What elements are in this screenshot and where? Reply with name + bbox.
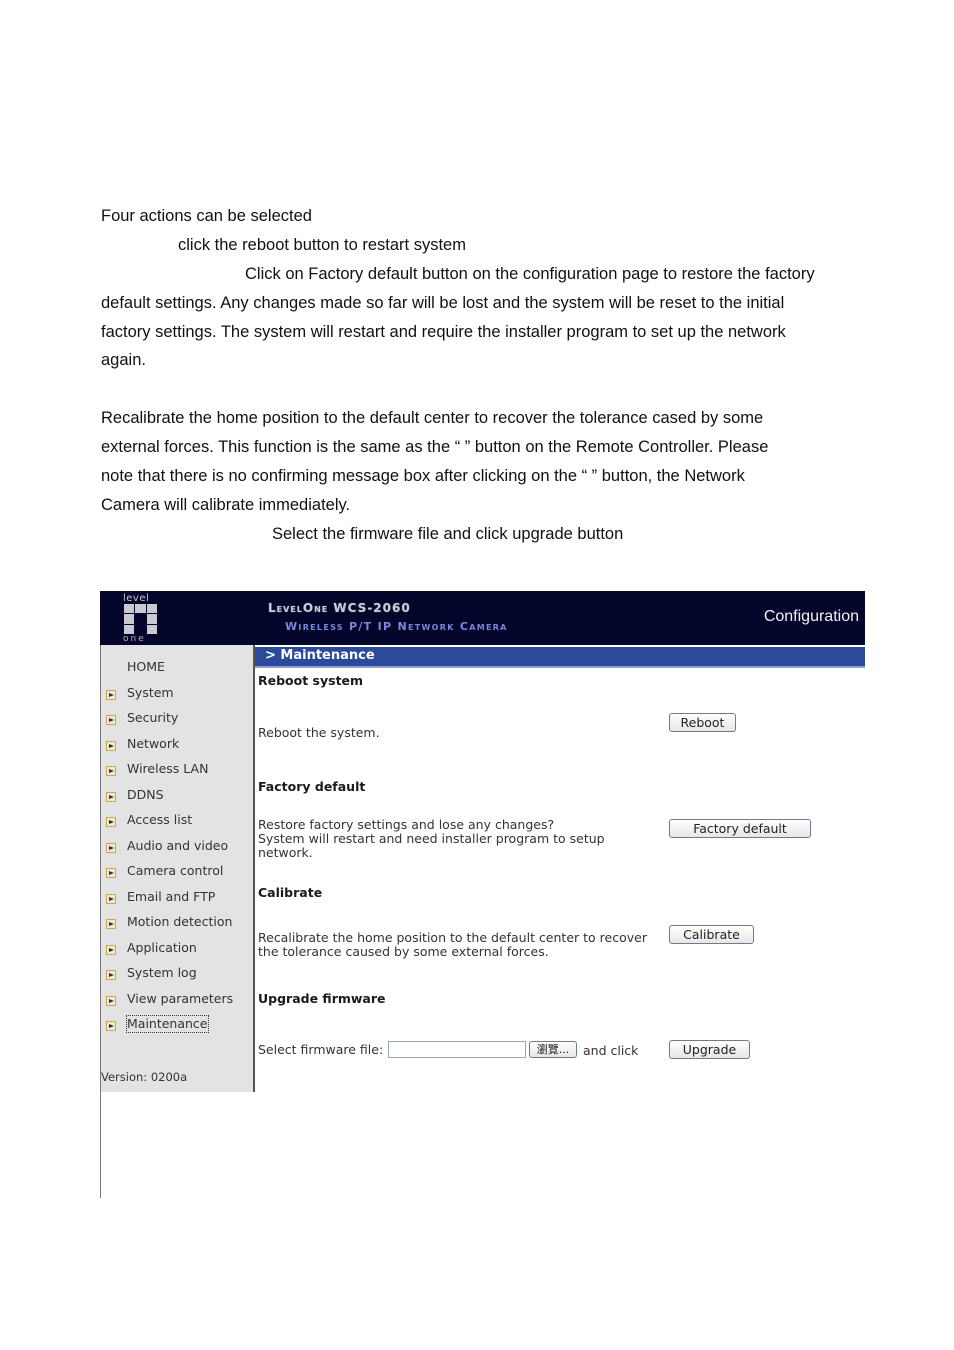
sidebar-item-access-list[interactable]: Access list [101, 812, 255, 838]
calibrate-desc-line: Recalibrate the home position to the def… [258, 930, 647, 945]
sidebar-item-view-parameters[interactable]: View parameters [101, 991, 255, 1017]
factory-desc-line: network. [258, 845, 313, 860]
sidebar-item-application[interactable]: Application [101, 940, 255, 966]
breadcrumb: > Maintenance [265, 648, 375, 663]
left-border-line [100, 1092, 101, 1198]
arrow-right-icon [106, 919, 116, 929]
sidebar-item-label: Access list [127, 812, 193, 827]
sidebar-item-label: System log [127, 965, 197, 980]
sidebar-item-camera-control[interactable]: Camera control [101, 863, 255, 889]
arrow-right-icon [106, 791, 116, 802]
breadcrumb-bar: > Maintenance [255, 647, 865, 668]
main-content: > Maintenance Reboot system Reboot the s… [255, 645, 865, 1092]
sidebar-item-wireless-lan[interactable]: Wireless LAN [101, 761, 255, 787]
calibrate-button[interactable]: Calibrate [669, 925, 754, 944]
factory-description: Restore factory settings and lose any ch… [258, 818, 605, 860]
sidebar-item-label: Wireless LAN [127, 761, 209, 776]
camera-config-screenshot: level one LevelOne WCS-2060 Wireless P/T… [100, 591, 865, 1198]
sidebar-item-label: Email and FTP [127, 888, 216, 904]
doc-line-calibrate-2: external forces. This function is the sa… [101, 438, 769, 456]
calibrate-section-title: Calibrate [258, 885, 323, 900]
arrow-right-icon [106, 740, 116, 751]
logo-grid-icon [124, 604, 157, 634]
doc-line-factory-1: Click on Factory default button on the c… [245, 265, 815, 283]
sidebar-item-label: Audio and video [127, 837, 229, 853]
sidebar-item-security[interactable]: Security [101, 710, 255, 736]
arrow-right-icon [106, 817, 116, 827]
arrow-right-icon [106, 1021, 116, 1031]
factory-desc-line: Restore factory settings and lose any ch… [258, 817, 555, 832]
sidebar-item-home[interactable]: HOME [101, 659, 255, 685]
arrow-right-icon [106, 715, 116, 725]
factory-default-button[interactable]: Factory default [669, 819, 811, 838]
version-label: Version: 0200a [101, 1070, 188, 1084]
sidebar-item-motion-detection[interactable]: Motion detection [101, 914, 255, 940]
arrow-right-icon [106, 842, 116, 853]
sidebar-item-system-log[interactable]: System log [101, 965, 255, 991]
logo-text-bottom: one [123, 634, 146, 644]
doc-line-factory-3: factory settings. The system will restar… [101, 323, 786, 341]
sidebar-item-label: Camera control [127, 863, 224, 878]
sidebar-item-label: View parameters [127, 990, 234, 1006]
levelone-logo: level one [123, 594, 161, 644]
doc-line-calibrate-1: Recalibrate the home position to the def… [101, 409, 764, 427]
sidebar-item-system[interactable]: System [101, 685, 255, 711]
doc-line-reboot: click the reboot button to restart syste… [178, 236, 466, 254]
sidebar-item-ddns[interactable]: DDNS [101, 787, 255, 813]
arrow-right-icon [106, 868, 116, 878]
arrow-right-icon [106, 995, 116, 1006]
doc-line-intro: Four actions can be selected [101, 207, 312, 225]
reboot-section-title: Reboot system [258, 673, 364, 688]
firmware-file-input[interactable] [388, 1041, 526, 1058]
doc-line-calibrate-4: Camera will calibrate immediately. [101, 496, 351, 514]
doc-line-factory-4: again. [101, 351, 146, 369]
firmware-file-label: Select firmware file: [258, 1042, 384, 1057]
product-title: LevelOne WCS-2060 [268, 601, 411, 615]
calibrate-desc-line: the tolerance caused by some external fo… [258, 944, 549, 959]
calibrate-description: Recalibrate the home position to the def… [258, 931, 647, 959]
sidebar-nav: HOME System Security Network Wireless LA… [101, 659, 255, 1042]
arrow-right-icon [106, 689, 116, 700]
sidebar-item-maintenance[interactable]: Maintenance [101, 1015, 255, 1042]
sidebar-item-network[interactable]: Network [101, 736, 255, 762]
sidebar-item-label: Application [127, 939, 197, 955]
factory-section-title: Factory default [258, 779, 366, 794]
reboot-description: Reboot the system. [258, 725, 380, 740]
upgrade-button[interactable]: Upgrade [669, 1040, 750, 1059]
sidebar-item-label: HOME [127, 659, 165, 674]
header-bar: level one LevelOne WCS-2060 Wireless P/T… [100, 591, 865, 645]
arrow-right-icon [106, 893, 116, 904]
sidebar-item-label: DDNS [127, 786, 164, 802]
sidebar-item-label: Maintenance [126, 1015, 209, 1033]
logo-text-top: level [123, 593, 150, 604]
reboot-button[interactable]: Reboot [669, 713, 736, 732]
arrow-right-icon [106, 944, 116, 955]
sidebar: HOME System Security Network Wireless LA… [100, 645, 255, 1092]
sidebar-item-label: Security [127, 710, 179, 725]
arrow-right-icon [106, 766, 116, 776]
and-click-label: and click [583, 1043, 639, 1058]
factory-desc-line: System will restart and need installer p… [258, 831, 605, 846]
sidebar-item-email-ftp[interactable]: Email and FTP [101, 889, 255, 915]
arrow-right-icon [106, 970, 116, 980]
upgrade-section-title: Upgrade firmware [258, 991, 386, 1006]
sidebar-item-label: System [127, 684, 174, 700]
sidebar-item-label: Network [127, 735, 180, 751]
sidebar-item-label: Motion detection [127, 914, 233, 929]
product-subtitle: Wireless P/T IP Network Camera [285, 620, 508, 633]
doc-line-factory-2: default settings. Any changes made so fa… [101, 294, 785, 312]
page-title: Configuration [763, 608, 859, 625]
doc-line-calibrate-3: note that there is no confirming message… [101, 467, 745, 485]
browse-button[interactable]: 瀏覽... [529, 1041, 577, 1058]
doc-line-upgrade: Select the firmware file and click upgra… [272, 525, 624, 543]
sidebar-item-audio-video[interactable]: Audio and video [101, 838, 255, 864]
